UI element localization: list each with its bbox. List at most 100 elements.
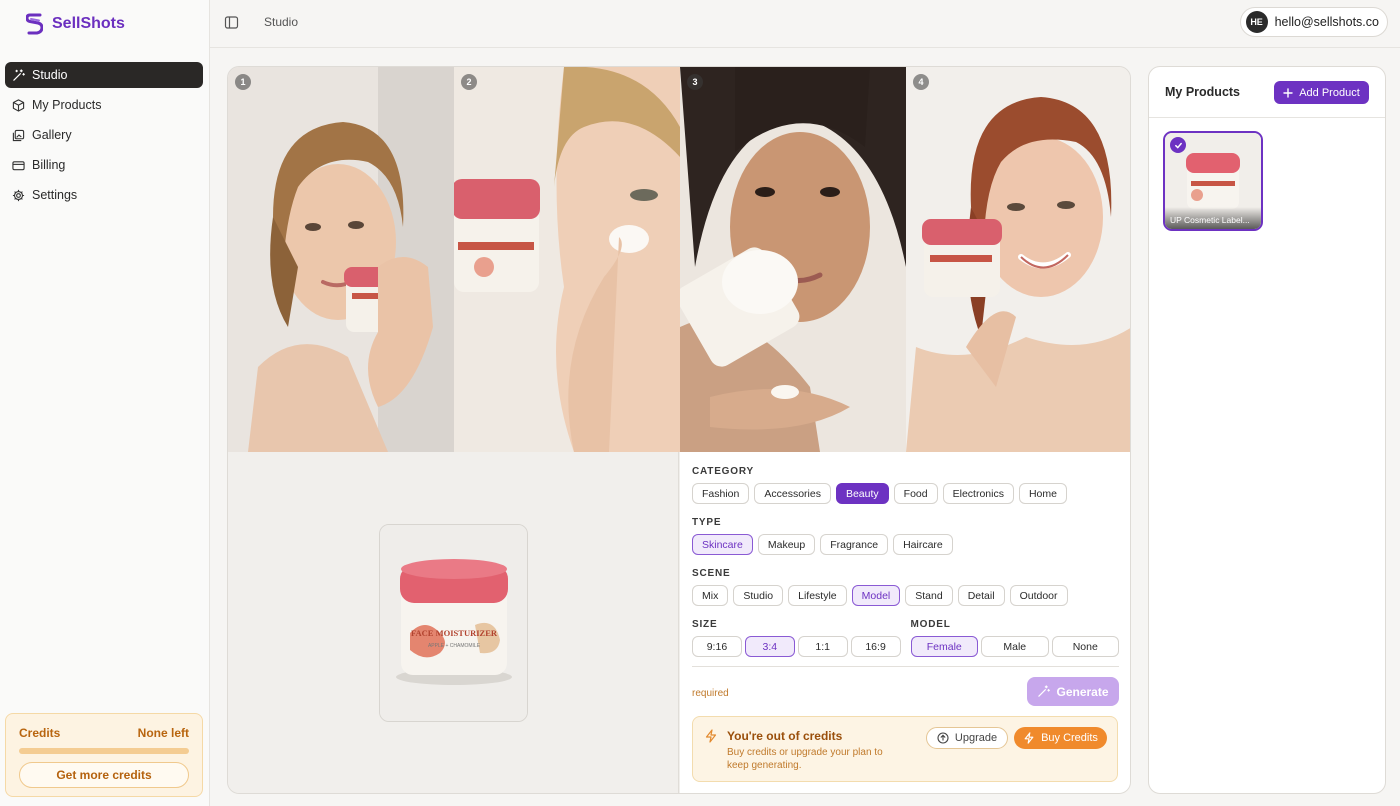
- upgrade-button[interactable]: Upgrade: [926, 727, 1008, 749]
- scene-option[interactable]: Lifestyle: [788, 585, 847, 606]
- product-preview[interactable]: FACE MOISTURIZER APPLE + CHAMOMILE: [379, 524, 528, 722]
- photo-image: [454, 67, 680, 452]
- category-option[interactable]: Accessories: [754, 483, 831, 504]
- size-option[interactable]: 1:1: [797, 636, 848, 657]
- type-option-selected[interactable]: Skincare: [692, 534, 753, 555]
- account-email: hello@sellshots.co: [1274, 15, 1379, 29]
- get-more-credits-button[interactable]: Get more credits: [19, 762, 189, 788]
- scene-label: SCENE: [692, 568, 731, 579]
- sidebar-item-gallery[interactable]: Gallery: [5, 122, 203, 148]
- type-option[interactable]: Haircare: [893, 534, 953, 555]
- credits-title: Credits: [19, 726, 61, 740]
- gallery-icon: [12, 129, 25, 141]
- avatar: HE: [1245, 11, 1268, 33]
- sellshots-logo-icon: [26, 13, 43, 35]
- magic-wand-icon: [1038, 685, 1051, 697]
- studio-panel: 1 2 3 4 FACE MOISTURIZER APPLE + CHAMOMI…: [227, 66, 1131, 794]
- credits-card: Credits None left Get more credits: [5, 713, 203, 797]
- type-label: TYPE: [692, 517, 722, 528]
- jar-label-subtitle: APPLE + CHAMOMILE: [428, 643, 481, 649]
- add-product-button[interactable]: Add Product: [1274, 81, 1369, 104]
- sidebar-item-label: Settings: [32, 188, 78, 202]
- generated-photo-4[interactable]: 4: [906, 67, 1130, 452]
- lightning-icon: [1024, 732, 1034, 744]
- out-of-credits-subtitle: Buy credits or upgrade your plan to keep…: [727, 747, 883, 771]
- product-name: UP Cosmetic Label...: [1165, 207, 1261, 229]
- scene-option[interactable]: Outdoor: [1009, 585, 1068, 606]
- breadcrumb: Studio: [264, 15, 299, 29]
- products-title: My Products: [1165, 85, 1241, 99]
- model-options: Female Male None: [910, 636, 1119, 657]
- sidebar-item-label: Studio: [32, 68, 68, 82]
- account-menu[interactable]: HE hello@sellshots.co: [1239, 7, 1388, 37]
- jar-image: FACE MOISTURIZER APPLE + CHAMOMILE: [380, 525, 527, 721]
- required-hint: required: [692, 688, 729, 699]
- brand-name: SellShots: [52, 15, 125, 32]
- sidebar-item-billing[interactable]: Billing: [5, 152, 203, 178]
- sidebar-item-label: Gallery: [32, 128, 72, 142]
- jar-label-title: FACE MOISTURIZER: [411, 628, 498, 638]
- sidebar-item-label: My Products: [32, 98, 102, 112]
- sidebar-item-settings[interactable]: Settings: [5, 182, 203, 208]
- gear-icon: [12, 189, 25, 201]
- sidebar: SellShots Studio My Products Gallery Bil…: [0, 0, 210, 806]
- type-option[interactable]: Fragrance: [820, 534, 889, 555]
- scene-option[interactable]: Mix: [692, 585, 729, 606]
- generated-photos: 1 2 3 4: [228, 67, 1130, 452]
- sidebar-item-my-products[interactable]: My Products: [5, 92, 203, 118]
- lightning-icon: [705, 729, 717, 743]
- size-option[interactable]: 9:16: [692, 636, 742, 657]
- sidebar-item-studio[interactable]: Studio: [5, 62, 203, 88]
- category-option[interactable]: Home: [1018, 483, 1067, 504]
- magic-wand-icon: [13, 68, 25, 81]
- category-option[interactable]: Fashion: [692, 483, 750, 504]
- generated-photo-3[interactable]: 3: [680, 67, 906, 452]
- photo-image: [906, 67, 1130, 452]
- category-option[interactable]: Food: [893, 483, 938, 504]
- category-label: CATEGORY: [692, 466, 754, 477]
- scene-option[interactable]: Stand: [905, 585, 953, 606]
- arrow-up-circle-icon: [937, 732, 949, 744]
- scene-option[interactable]: Studio: [733, 585, 784, 606]
- products-panel: My Products Add Product UP Cosmetic Labe…: [1148, 66, 1386, 794]
- category-option[interactable]: Electronics: [942, 483, 1014, 504]
- credits-status: None left: [137, 726, 189, 740]
- photo-number-badge: 3: [687, 74, 703, 90]
- box-icon: [12, 98, 25, 112]
- out-of-credits-title: You're out of credits: [727, 729, 843, 743]
- buy-credits-button[interactable]: Buy Credits: [1014, 727, 1107, 749]
- size-label: SIZE: [692, 619, 718, 630]
- sidebar-nav: Studio My Products Gallery Billing Setti…: [5, 62, 203, 212]
- selected-check-icon: [1170, 137, 1186, 153]
- brand-logo[interactable]: SellShots: [26, 13, 125, 35]
- buy-credits-label: Buy Credits: [1041, 732, 1098, 744]
- scene-option-selected[interactable]: Model: [851, 585, 901, 606]
- scene-option[interactable]: Detail: [957, 585, 1005, 606]
- photo-image: [228, 67, 454, 452]
- add-product-label: Add Product: [1299, 86, 1360, 99]
- size-options: 9:16 3:4 1:1 16:9: [692, 636, 901, 657]
- sidebar-item-label: Billing: [32, 158, 66, 172]
- model-label: MODEL: [910, 619, 951, 630]
- photo-number-badge: 1: [235, 74, 251, 90]
- type-option[interactable]: Makeup: [757, 534, 816, 555]
- generate-label: Generate: [1056, 684, 1109, 699]
- size-option-selected[interactable]: 3:4: [744, 636, 795, 657]
- photo-image: [680, 67, 906, 452]
- generated-photo-2[interactable]: 2: [454, 67, 680, 452]
- size-option[interactable]: 16:9: [850, 636, 901, 657]
- model-option[interactable]: None: [1051, 636, 1119, 657]
- photo-number-badge: 2: [461, 74, 477, 90]
- category-option-selected[interactable]: Beauty: [835, 483, 889, 504]
- generated-photo-1[interactable]: 1: [228, 67, 454, 452]
- type-options: Skincare Makeup Fragrance Haircare: [692, 534, 1119, 555]
- model-option-selected[interactable]: Female: [910, 636, 978, 657]
- generate-button[interactable]: Generate: [1027, 677, 1119, 706]
- photo-number-badge: 4: [913, 74, 929, 90]
- top-bar: Studio HE hello@sellshots.co: [210, 0, 1400, 48]
- product-card[interactable]: UP Cosmetic Label...: [1163, 131, 1263, 231]
- credit-card-icon: [12, 160, 25, 170]
- model-option[interactable]: Male: [981, 636, 1049, 657]
- generation-controls: CATEGORY Fashion Accessories Beauty Food…: [680, 452, 1130, 793]
- sidebar-toggle-icon[interactable]: [224, 15, 239, 30]
